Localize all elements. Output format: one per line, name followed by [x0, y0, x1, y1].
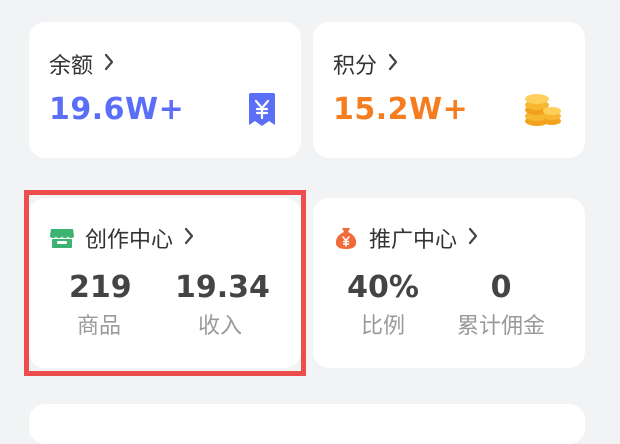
points-title[interactable]: 积分 — [333, 48, 399, 80]
balance-value: 19.6W+ — [49, 92, 185, 127]
points-value: 15.2W+ — [333, 92, 469, 127]
income-value: 19.34 — [175, 270, 270, 305]
chevron-right-icon — [183, 227, 195, 250]
store-icon — [49, 226, 75, 250]
ratio-value: 40% — [347, 270, 419, 305]
promotion-center-title[interactable]: 推广中心 — [333, 222, 479, 254]
chevron-right-icon — [467, 227, 479, 250]
yuan-badge-icon — [245, 92, 279, 128]
ratio-stat[interactable]: 40% 比例 — [343, 270, 423, 340]
creator-center-card[interactable]: 创作中心 219 商品 19.34 收入 — [29, 198, 301, 368]
commission-value: 0 — [490, 270, 512, 305]
points-title-label: 积分 — [333, 54, 378, 79]
chevron-right-icon — [387, 53, 399, 76]
ratio-label: 比例 — [360, 314, 405, 339]
promotion-center-card[interactable]: 推广中心 40% 比例 0 累计佣金 — [313, 198, 585, 368]
balance-card[interactable]: 余额 19.6W+ — [29, 22, 301, 158]
products-stat[interactable]: 219 商品 — [69, 270, 132, 340]
income-label: 收入 — [197, 314, 242, 339]
income-stat[interactable]: 19.34 收入 — [175, 270, 270, 340]
commission-stat[interactable]: 0 累计佣金 — [451, 270, 551, 340]
products-count: 219 — [69, 270, 132, 305]
bottom-card — [29, 404, 585, 444]
creator-center-title[interactable]: 创作中心 — [49, 222, 195, 254]
coins-icon — [523, 90, 563, 128]
money-bag-icon — [333, 226, 359, 250]
points-card[interactable]: 积分 15.2W+ — [313, 22, 585, 158]
products-label: 商品 — [76, 314, 121, 339]
commission-label: 累计佣金 — [456, 314, 545, 339]
chevron-right-icon — [103, 53, 115, 76]
balance-title[interactable]: 余额 — [49, 48, 115, 80]
promotion-center-label: 推广中心 — [369, 228, 458, 253]
creator-center-label: 创作中心 — [85, 228, 174, 253]
balance-title-label: 余额 — [49, 54, 94, 79]
